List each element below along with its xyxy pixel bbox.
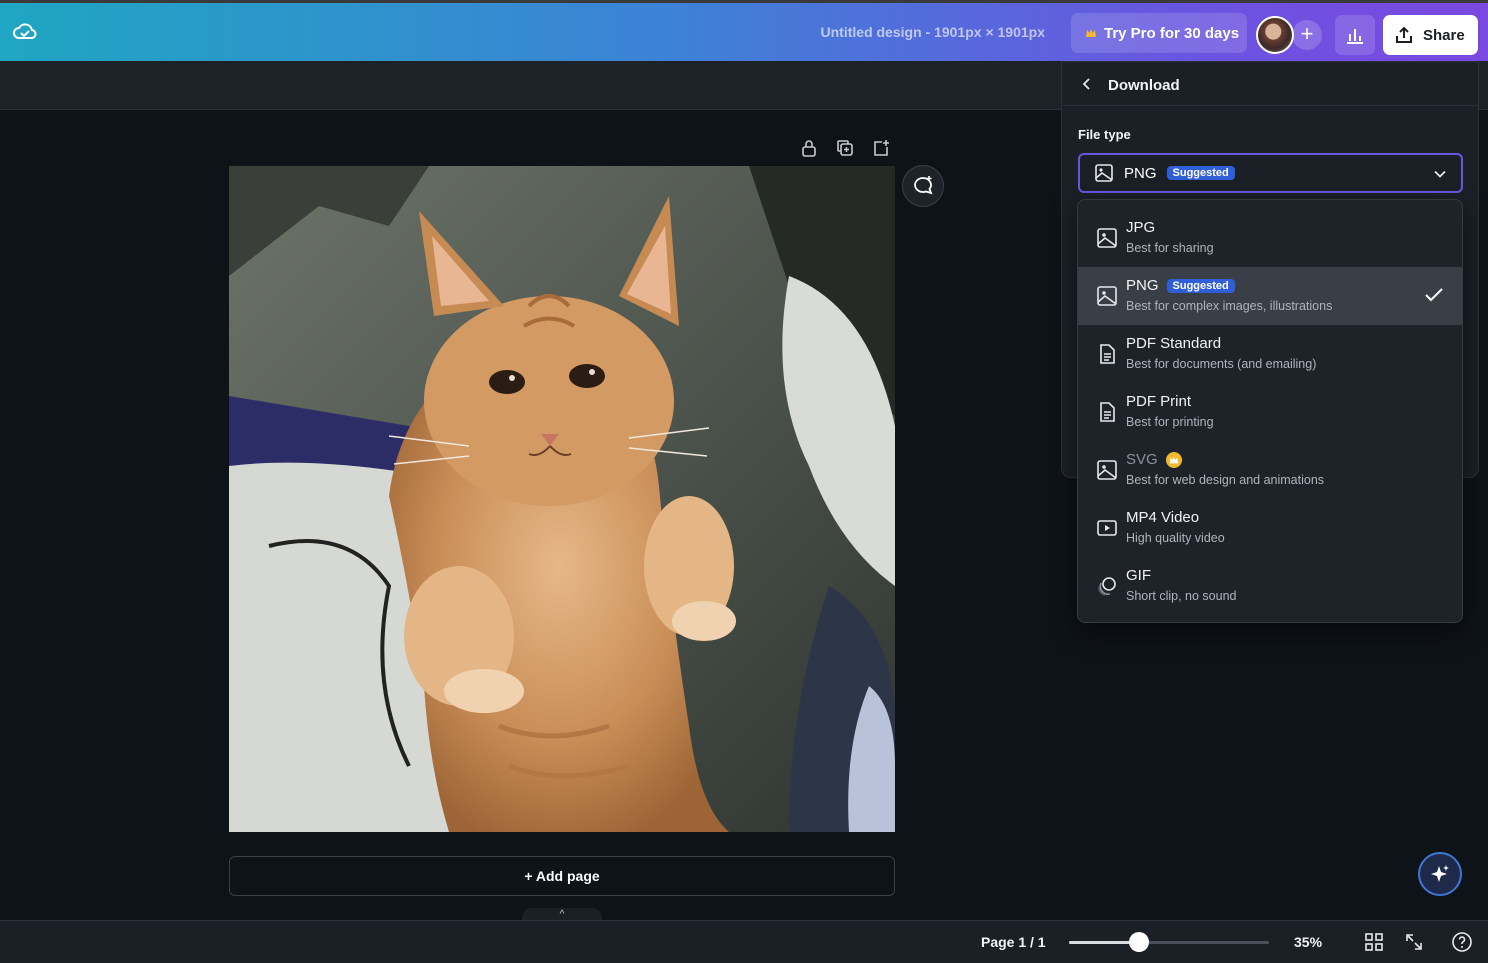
- canvas-kitten-photo[interactable]: [229, 166, 895, 832]
- file-type-option-svg[interactable]: SVG Best for web design and animations: [1078, 441, 1462, 499]
- pro-crown-icon: [1165, 451, 1182, 468]
- top-bar: Untitled design - 1901px × 1901px Try Pr…: [0, 0, 1488, 61]
- download-panel-title: Download: [1108, 77, 1180, 94]
- grid-view-icon[interactable]: [1363, 931, 1385, 953]
- comment-icon: [914, 176, 933, 195]
- option-label: SVG: [1126, 451, 1182, 468]
- document-icon: [1100, 402, 1115, 422]
- image-icon: [1095, 164, 1113, 182]
- option-description: Best for sharing: [1126, 241, 1214, 255]
- option-label: PNG Suggested: [1126, 277, 1235, 294]
- page-actions: [798, 138, 892, 158]
- suggested-badge: Suggested: [1166, 166, 1235, 180]
- upload-icon: [1396, 26, 1412, 43]
- file-type-option-mp4[interactable]: MP4 Video High quality video: [1078, 499, 1462, 557]
- insights-button[interactable]: [1335, 15, 1375, 55]
- share-label: Share: [1423, 26, 1465, 44]
- zoom-slider-handle[interactable]: [1129, 932, 1149, 952]
- file-type-label: File type: [1078, 127, 1131, 142]
- fullscreen-icon[interactable]: [1403, 931, 1425, 953]
- video-icon: [1097, 520, 1117, 536]
- file-type-select[interactable]: PNG Suggested: [1078, 153, 1463, 193]
- image-icon: [1097, 286, 1117, 306]
- zoom-level[interactable]: 35%: [1294, 934, 1322, 950]
- file-type-option-jpg[interactable]: JPG Best for sharing: [1078, 209, 1462, 267]
- option-label: GIF: [1126, 567, 1151, 584]
- file-type-option-pdf-standard[interactable]: PDF Standard Best for documents (and ema…: [1078, 325, 1462, 383]
- option-description: Best for printing: [1126, 415, 1214, 429]
- option-description: Short clip, no sound: [1126, 589, 1237, 603]
- option-description: Best for complex images, illustrations: [1126, 299, 1333, 313]
- file-type-option-gif[interactable]: GIF Short clip, no sound: [1078, 557, 1462, 615]
- chevron-down-icon: [1434, 170, 1446, 178]
- page-indicator[interactable]: Page 1 / 1: [981, 934, 1046, 950]
- zoom-slider[interactable]: [1069, 932, 1269, 952]
- app-window: Untitled design - 1901px × 1901px Try Pr…: [0, 0, 1488, 963]
- share-button[interactable]: Share: [1383, 15, 1478, 55]
- try-pro-label: Try Pro for 30 days: [1104, 24, 1240, 42]
- option-description: Best for documents (and emailing): [1126, 357, 1317, 371]
- document-icon: [1100, 344, 1115, 364]
- gif-icon: [1098, 577, 1116, 596]
- invite-plus-button[interactable]: +: [1292, 20, 1322, 50]
- option-label: JPG: [1126, 219, 1156, 236]
- checkmark-icon: [1425, 288, 1443, 302]
- suggested-badge: Suggested: [1166, 278, 1235, 293]
- cloud-saved-icon[interactable]: [12, 20, 38, 44]
- option-description: Best for web design and animations: [1126, 473, 1325, 487]
- option-label: MP4 Video: [1126, 509, 1200, 526]
- file-type-option-pdf-print[interactable]: PDF Print Best for printing: [1078, 383, 1462, 441]
- option-label-text: PNG: [1126, 277, 1159, 294]
- duplicate-icon[interactable]: [834, 138, 856, 158]
- bottom-bar: Page 1 / 1 35%: [0, 920, 1488, 963]
- add-comment-button[interactable]: [902, 165, 944, 207]
- option-description: High quality video: [1126, 531, 1225, 545]
- file-type-dropdown: JPG Best for sharing PNG Suggested Best …: [1077, 199, 1463, 623]
- file-type-option-png[interactable]: PNG Suggested Best for complex images, i…: [1078, 267, 1462, 325]
- try-pro-button[interactable]: Try Pro for 30 days: [1071, 13, 1247, 53]
- magic-assistant-button[interactable]: [1418, 852, 1462, 896]
- back-arrow-icon[interactable]: [1078, 75, 1096, 93]
- option-label-text: SVG: [1126, 451, 1158, 468]
- user-avatar[interactable]: [1256, 16, 1294, 54]
- add-page-button[interactable]: + Add page: [229, 856, 895, 896]
- document-title[interactable]: Untitled design - 1901px × 1901px: [800, 24, 1045, 40]
- image-icon: [1097, 228, 1117, 248]
- option-label: PDF Standard: [1126, 335, 1222, 352]
- file-type-value: PNG: [1124, 164, 1157, 182]
- image-icon: [1097, 460, 1117, 480]
- download-panel-header: Download: [1062, 62, 1478, 106]
- crown-icon: [1086, 29, 1096, 37]
- lock-icon[interactable]: [798, 138, 820, 158]
- option-label: PDF Print: [1126, 393, 1192, 410]
- bar-chart-icon: [1347, 29, 1363, 44]
- help-icon[interactable]: [1451, 931, 1473, 953]
- add-page-icon[interactable]: [870, 138, 892, 158]
- sparkle-icon: [1431, 865, 1449, 882]
